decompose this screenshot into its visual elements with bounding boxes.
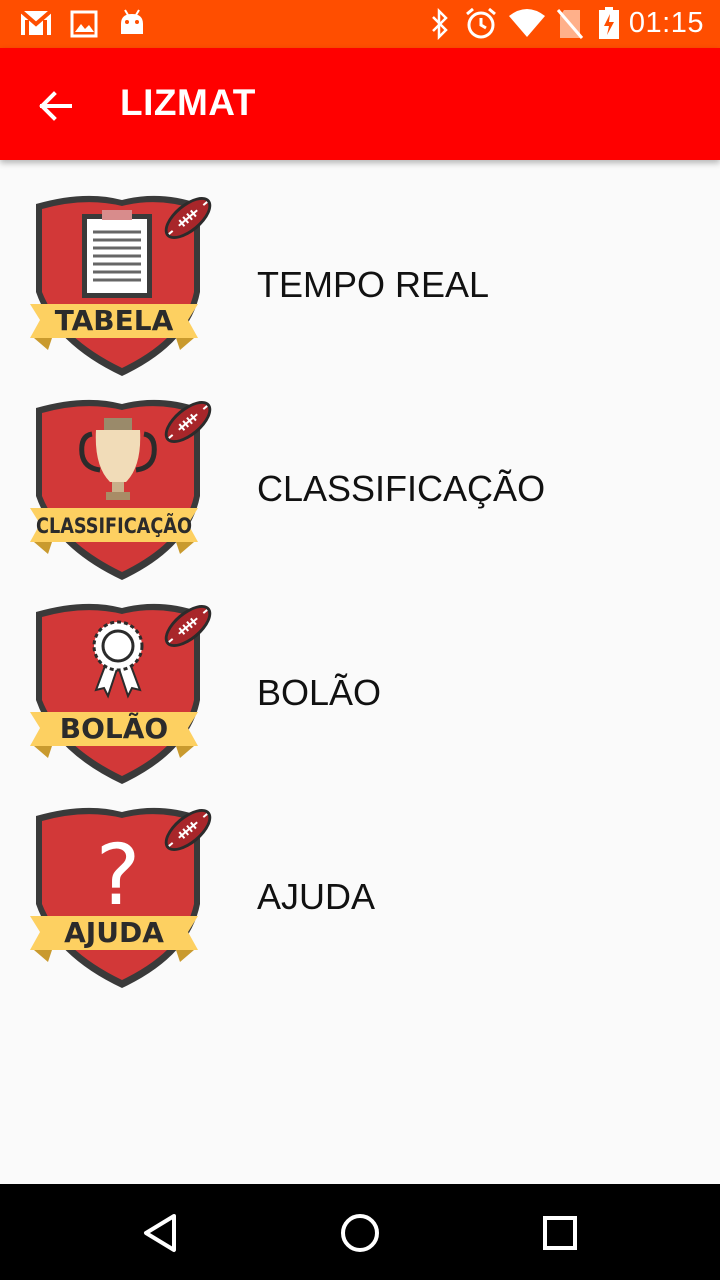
- menu-item-label: AJUDA: [257, 876, 376, 917]
- menu-item-bolao[interactable]: BOLÃO BOLÃO: [0, 568, 720, 785]
- menu-list: TABELA TEMPO REAL CLASSIFICAÇÃO CLASSIFI…: [0, 160, 720, 989]
- image-icon: [70, 10, 98, 38]
- badge-text: TABELA: [55, 304, 174, 337]
- menu-item-label: BOLÃO: [257, 672, 382, 713]
- status-bar: 01:15: [0, 0, 720, 48]
- badge-text: CLASSIFICAÇÃO: [36, 513, 192, 538]
- menu-item-tempo-real[interactable]: TABELA TEMPO REAL: [0, 160, 720, 377]
- badge-text: AJUDA: [64, 916, 164, 949]
- menu-item-classificacao[interactable]: CLASSIFICAÇÃO CLASSIFICAÇÃO: [0, 364, 720, 581]
- alarm-icon: [464, 6, 498, 40]
- no-sim-icon: [556, 8, 584, 40]
- wifi-icon: [508, 8, 546, 38]
- app-title: LIZMAT: [120, 82, 256, 123]
- back-button[interactable]: [20, 80, 92, 132]
- trophy-icon: CLASSIFICAÇÃO: [30, 392, 220, 582]
- svg-text:?: ?: [96, 826, 141, 924]
- bluetooth-icon: [428, 8, 452, 40]
- menu-item-ajuda[interactable]: ? AJUDA AJUDA: [0, 772, 720, 989]
- arrow-left-icon: [20, 91, 76, 130]
- home-circle-icon[interactable]: [335, 1208, 385, 1258]
- status-clock: 01:15: [628, 7, 704, 39]
- back-triangle-icon[interactable]: [136, 1208, 186, 1258]
- battery-charging-icon: [598, 6, 620, 40]
- award-ribbon-icon: BOLÃO: [30, 596, 220, 786]
- android-icon: [118, 8, 146, 38]
- menu-item-label: CLASSIFICAÇÃO: [257, 468, 546, 509]
- recents-square-icon[interactable]: [535, 1208, 585, 1258]
- app-bar: LIZMAT: [0, 48, 720, 160]
- badge-text: BOLÃO: [60, 711, 168, 745]
- menu-item-label: TEMPO REAL: [257, 264, 490, 305]
- clipboard-icon: TABELA: [30, 188, 220, 378]
- question-mark-icon: ? AJUDA: [30, 800, 220, 990]
- gmail-icon: [20, 10, 52, 36]
- system-nav-bar: [0, 1184, 720, 1280]
